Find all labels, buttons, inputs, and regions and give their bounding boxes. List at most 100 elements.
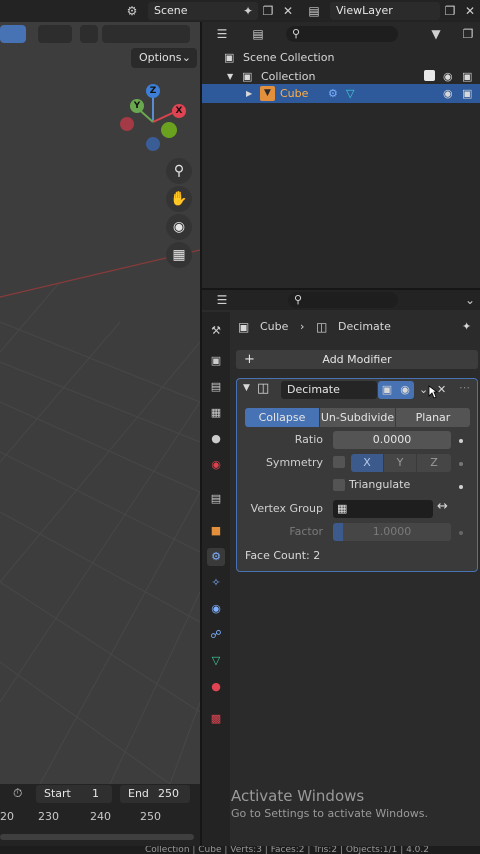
modifier-name-field[interactable]: Decimate [281, 381, 377, 399]
texture-tab-icon[interactable]: ▩ [207, 710, 225, 728]
timeline-controls: ⏱ Start 1 End 250 [0, 784, 200, 804]
render-tab-icon[interactable]: ▣ [207, 352, 225, 370]
camera-icon[interactable]: ◉ [166, 214, 192, 240]
close-icon[interactable]: ✕ [280, 3, 296, 19]
view-object-types-button[interactable] [0, 25, 26, 43]
mode-tab-planar[interactable]: Planar [396, 408, 470, 427]
outliner-row-cube[interactable]: ▶ ▼ Cube ⚙ ▽ ◉ ▣ [202, 84, 480, 103]
editor-type-icon[interactable]: ☰ [214, 26, 230, 42]
keyframe-dot-icon[interactable] [459, 485, 463, 489]
triangulate-checkbox[interactable] [333, 479, 345, 491]
axis-y-button[interactable]: Y [384, 454, 416, 472]
end-value: 250 [158, 787, 179, 800]
wrench-modifier-icon[interactable]: ⚙ [328, 84, 338, 103]
editor-type-icon[interactable]: ☰ [214, 292, 230, 308]
material-tab-icon[interactable]: ● [207, 678, 225, 696]
add-modifier-label: Add Modifier [322, 353, 392, 366]
shading-buttons[interactable] [102, 25, 190, 43]
pin-icon[interactable]: ✦ [462, 318, 471, 336]
ratio-field[interactable]: 0.0000 [333, 431, 451, 449]
end-frame-field[interactable]: End 250 [120, 785, 190, 803]
outliner-search-input[interactable]: ⚲ [286, 26, 398, 42]
gizmo-z-label[interactable]: Z [146, 84, 160, 98]
keyframe-dot-icon[interactable] [459, 439, 463, 443]
axis-x-button[interactable]: X [351, 454, 383, 472]
scene-icon[interactable]: ⚙ [124, 3, 140, 19]
modifier-tab-icon[interactable]: ⚙ [207, 548, 225, 566]
properties-editor: ☰ ⚲ ⌄ ⚒ ▣ ▤ ▦ ● ◉ ▤ ■ ⚙ ✧ ◉ ☍ ▽ ● ▩ ▣ Cu… [202, 290, 480, 852]
mesh-data-icon[interactable]: ▽ [346, 84, 354, 103]
properties-tabs: ⚒ ▣ ▤ ▦ ● ◉ ▤ ■ ⚙ ✧ ◉ ☍ ▽ ● ▩ [202, 312, 230, 852]
collapse-arrow-icon[interactable]: ▼ [243, 383, 250, 393]
options-button[interactable]: Options ⌄ [131, 48, 197, 68]
triangulate-label[interactable]: Triangulate [349, 478, 410, 491]
keyframe-dot-icon[interactable] [459, 462, 463, 466]
breadcrumb-object: Cube [260, 320, 289, 333]
gizmo-y-label[interactable]: Y [130, 99, 144, 113]
axis-z-button[interactable]: Z [417, 454, 451, 472]
viewport-header [0, 22, 200, 46]
mode-tab-unsubdivide[interactable]: Un-Subdivide [320, 408, 395, 427]
checkbox-icon[interactable] [424, 70, 435, 81]
object-icon: ▣ [238, 320, 250, 334]
breadcrumb: ▣ Cube › ◫ Decimate ✦ [238, 318, 478, 336]
new-viewlayer-icon[interactable]: ❐ [442, 3, 458, 19]
new-collection-icon[interactable]: ❐ [460, 26, 476, 42]
pin-icon[interactable]: ✦ [240, 3, 256, 19]
search-icon: ⚲ [292, 27, 301, 40]
show-in-viewport-icon[interactable]: ▣ [378, 381, 396, 399]
zoom-icon[interactable]: ⚲ [166, 158, 192, 184]
expand-arrow-icon[interactable]: ▶ [246, 84, 252, 103]
properties-search-input[interactable]: ⚲ [288, 292, 398, 308]
show-in-render-icon[interactable]: ◉ [396, 381, 414, 399]
delete-modifier-icon[interactable]: ✕ [437, 381, 446, 399]
grid-perspective-icon[interactable]: ▦ [166, 242, 192, 268]
start-label: Start [44, 787, 71, 800]
pan-hand-icon[interactable]: ✋ [166, 186, 192, 212]
timeline-scrollbar[interactable] [0, 834, 194, 840]
display-mode-icon[interactable]: ▤ [250, 26, 266, 42]
watermark-title: Activate Windows [231, 787, 365, 805]
chevron-down-icon[interactable]: ⌄ [462, 292, 478, 308]
vertex-group-field[interactable]: ▦ [333, 500, 433, 518]
filter-icon[interactable]: ▼ [428, 26, 444, 42]
xray-button[interactable] [80, 25, 98, 43]
ratio-label: Ratio [294, 433, 323, 446]
tool-tab-icon[interactable]: ⚒ [207, 322, 225, 340]
object-tab-icon[interactable]: ■ [207, 522, 225, 540]
watermark-subtitle: Go to Settings to activate Windows. [231, 807, 429, 820]
output-tab-icon[interactable]: ▤ [207, 378, 225, 396]
dropdown-chevron-icon[interactable]: ⌄ [419, 381, 428, 399]
decimate-icon: ◫ [316, 320, 328, 334]
constraints-tab-icon[interactable]: ☍ [207, 626, 225, 644]
eye-icon[interactable]: ◉ [443, 84, 453, 103]
mode-tab-collapse[interactable]: Collapse [245, 408, 319, 427]
viewlayer-icon[interactable]: ▤ [306, 3, 322, 19]
outliner-header: ☰ ▤ ⚲ ▼ ❐ [202, 22, 480, 46]
data-tab-icon[interactable]: ▽ [207, 652, 225, 670]
collection-tab-icon[interactable]: ▤ [207, 490, 225, 508]
overlays-button[interactable] [38, 25, 72, 43]
decimate-icon: ◫ [257, 381, 270, 396]
timeline-ruler[interactable]: 20 230 240 250 [0, 806, 200, 828]
face-count-label: Face Count: 2 [245, 549, 321, 562]
add-modifier-button[interactable]: + Add Modifier [236, 350, 478, 369]
particles-tab-icon[interactable]: ✧ [207, 574, 225, 592]
outliner-row-scene-collection[interactable]: ▣ Scene Collection [202, 48, 480, 67]
viewlayer-selector[interactable]: ViewLayer [330, 2, 440, 20]
world-tab-icon[interactable]: ◉ [207, 456, 225, 474]
render-camera-icon[interactable]: ▣ [462, 84, 472, 103]
new-scene-icon[interactable]: ❐ [260, 3, 276, 19]
start-frame-field[interactable]: Start 1 [36, 785, 112, 803]
view-layer-tab-icon[interactable]: ▦ [207, 404, 225, 422]
scene-tab-icon[interactable]: ● [207, 430, 225, 448]
invert-arrows-icon[interactable]: ↔ [437, 499, 448, 514]
decimate-modifier-panel: ▼ ◫ Decimate ▣ ◉ ⌄ ✕ ⋯ Collapse Un-Subdi… [236, 378, 478, 572]
stopwatch-icon[interactable]: ⏱ [13, 786, 22, 801]
symmetry-checkbox[interactable] [333, 456, 345, 468]
physics-tab-icon[interactable]: ◉ [207, 600, 225, 618]
gizmo-x-label[interactable]: X [172, 104, 186, 118]
3d-viewport[interactable]: Options ⌄ Z Y X ⚲ ✋ ◉ ▦ [0, 22, 200, 784]
close-icon[interactable]: ✕ [462, 3, 478, 19]
drag-handle-icon[interactable]: ⋯ [459, 379, 470, 397]
